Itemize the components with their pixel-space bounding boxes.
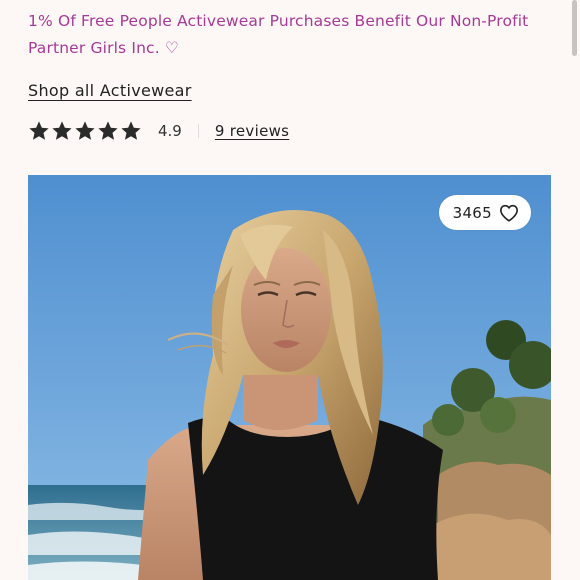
rating-value: 4.9	[158, 122, 182, 140]
star-icon	[28, 120, 50, 142]
star-icon	[120, 120, 142, 142]
star-icon	[51, 120, 73, 142]
promo-banner-text: 1% Of Free People Activewear Purchases B…	[28, 12, 529, 57]
like-count: 3465	[452, 203, 492, 222]
model-beach-image	[28, 175, 551, 580]
star-rating	[28, 120, 142, 142]
star-icon	[74, 120, 96, 142]
scrollbar[interactable]	[572, 0, 577, 56]
reviews-link[interactable]: 9 reviews	[215, 122, 289, 140]
product-photo[interactable]: 3465	[28, 175, 551, 580]
divider	[197, 124, 199, 138]
heart-outline-icon	[499, 204, 519, 222]
rating-row: 4.9 9 reviews	[28, 117, 289, 145]
shop-all-activewear-link[interactable]: Shop all Activewear	[28, 81, 192, 100]
like-button[interactable]: 3465	[438, 195, 531, 230]
star-icon	[97, 120, 119, 142]
product-page: 1% Of Free People Activewear Purchases B…	[0, 0, 580, 580]
